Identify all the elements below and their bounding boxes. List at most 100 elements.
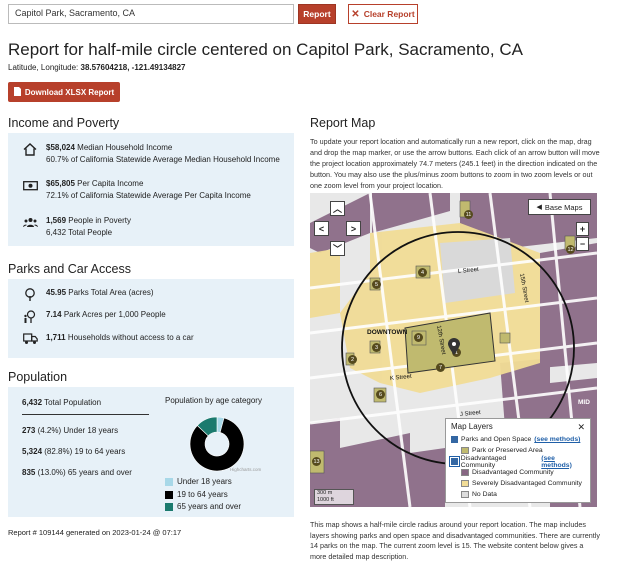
- park-marker-4[interactable]: 4: [418, 268, 427, 277]
- latlon-value: 38.57604218, -121.49134827: [80, 63, 186, 72]
- chart-legend-item[interactable]: Under 18 years: [165, 476, 241, 489]
- park-marker-2[interactable]: 2: [348, 355, 357, 364]
- latlon-label: Latitude, Longitude:: [8, 63, 79, 72]
- checkbox-checked-icon[interactable]: [449, 456, 460, 467]
- report-map[interactable]: DOWNTOWN L Street K Street J Street 12th…: [310, 193, 597, 507]
- map-layers-header: Map Layers ✕: [451, 422, 585, 434]
- parks-row-area: 45.95 Parks Total Area (acres): [22, 287, 153, 301]
- home-icon: [22, 142, 38, 156]
- pop-65plus-pct: (13.0%): [37, 468, 66, 477]
- pop-under18-value: 273: [22, 426, 36, 435]
- park-marker-9[interactable]: 9: [414, 333, 423, 342]
- population-total-value: 6,432: [22, 398, 43, 407]
- population-panel: 6,432 Total Population 273 (4.2%) Under …: [8, 387, 294, 517]
- park-marker-13[interactable]: 13: [312, 457, 321, 466]
- income-value: $58,024: [46, 143, 75, 152]
- income-label: Median Household Income: [77, 143, 173, 152]
- zoom-out-button[interactable]: −: [576, 237, 589, 251]
- chart-credit: Highcharts.com: [230, 467, 262, 472]
- chart-legend-item[interactable]: 65 years and over: [165, 501, 241, 514]
- clear-report-label: Clear Report: [363, 9, 415, 19]
- parks-car-label: Households without access to a car: [67, 333, 194, 342]
- park-person-icon: [22, 309, 38, 323]
- location-pin-icon[interactable]: [448, 338, 460, 357]
- close-icon[interactable]: ✕: [577, 422, 585, 434]
- pop-under18-pct: (4.2%): [37, 426, 62, 435]
- legend-label: 65 years and over: [177, 502, 242, 511]
- percapita-value: $65,805: [46, 179, 75, 188]
- parks-panel: 45.95 Parks Total Area (acres) 7.14 Park…: [8, 279, 294, 358]
- parks-row-per1000: 7.14 Park Acres per 1,000 People: [22, 309, 166, 323]
- population-row: 5,324 (82.8%) 19 to 64 years: [22, 447, 125, 456]
- pan-right-button[interactable]: >: [346, 221, 361, 236]
- poverty-sub: 6,432 Total People: [46, 228, 113, 237]
- pan-down-button[interactable]: ﹀: [330, 241, 345, 256]
- parks-heading: Parks and Car Access: [8, 262, 131, 276]
- download-label: Download XLSX Report: [24, 87, 115, 97]
- legend-dac-item: Disadvantaged Community: [451, 467, 585, 478]
- search-input[interactable]: Capitol Park, Sacramento, CA: [8, 4, 294, 24]
- income-panel: $58,024 Median Household Income 60.7% of…: [8, 133, 294, 246]
- zoom-in-button[interactable]: +: [576, 222, 589, 236]
- legend-label: Under 18 years: [177, 477, 232, 486]
- nodata-item-label: No Data: [472, 491, 497, 498]
- percapita-label: Per Capita Income: [77, 179, 144, 188]
- tree-icon: [22, 287, 38, 301]
- layer-parks-toggle[interactable]: Parks and Open Space (see methods): [451, 434, 585, 445]
- chart-legend-item[interactable]: 19 to 64 years: [165, 489, 241, 502]
- park-marker-3[interactable]: 3: [372, 343, 381, 352]
- pop-19to64-pct: (82.8%): [44, 447, 73, 456]
- pan-up-button[interactable]: ︿: [330, 201, 345, 216]
- layer-dac-toggle[interactable]: Disadvantaged Community (see methods): [449, 454, 585, 469]
- legend-swatch: [165, 503, 173, 512]
- file-icon: [13, 86, 21, 98]
- park-marker-12[interactable]: 12: [566, 245, 575, 254]
- map-layers-title: Map Layers: [451, 422, 493, 431]
- car-icon: [22, 332, 38, 346]
- clear-report-button[interactable]: ✕ Clear Report: [348, 4, 418, 24]
- park-marker-6[interactable]: 6: [376, 390, 385, 399]
- base-maps-button[interactable]: ◀ Base Maps: [528, 199, 591, 215]
- money-icon: [22, 178, 38, 192]
- chart-legend: Under 18 years 19 to 64 years 65 years and…: [165, 476, 241, 514]
- parks-area-label: Parks Total Area (acres): [68, 288, 154, 297]
- pop-19to64-label: 19 to 64 years: [74, 447, 126, 456]
- income-row-median: $58,024 Median Household Income 60.7% of…: [22, 142, 280, 166]
- chevron-right-icon: >: [350, 223, 357, 234]
- poverty-label: People in Poverty: [68, 216, 131, 225]
- close-icon: ✕: [351, 8, 360, 20]
- income-sub: 60.7% of California Statewide Average Me…: [46, 155, 280, 164]
- minus-icon: −: [579, 239, 586, 249]
- legend-sdac-item: Severely Disadvantaged Community: [451, 478, 585, 489]
- report-button[interactable]: Report: [298, 4, 336, 24]
- pop-65plus-label: 65 years and over: [67, 468, 132, 477]
- layer-dac-label: Disadvantaged Community: [460, 454, 507, 469]
- parks-methods-link[interactable]: (see methods): [534, 436, 580, 443]
- park-marker-7[interactable]: 7: [436, 363, 445, 372]
- chevron-down-icon: ﹀: [332, 244, 342, 254]
- parks-car-value: 1,711: [46, 333, 66, 342]
- chart-title: Population by age category: [165, 396, 262, 405]
- park-marker-11[interactable]: 11: [464, 210, 473, 219]
- legend-nodata-item: No Data: [451, 489, 585, 500]
- scale-feet: 1000 ft: [317, 497, 334, 503]
- park-item-label: Park or Preserved Area: [472, 447, 543, 454]
- dac-swatch: [461, 469, 469, 476]
- checkbox-checked-icon[interactable]: [451, 436, 458, 443]
- layer-parks-label: Parks and Open Space: [461, 436, 532, 443]
- map-instructions: To update your report location and autom…: [310, 137, 600, 190]
- population-row: 273 (4.2%) Under 18 years: [22, 426, 118, 435]
- dac-item-label: Disadvantaged Community: [472, 469, 554, 476]
- scale-meters: 300 m: [317, 490, 333, 496]
- chevron-up-icon: ︿: [332, 204, 342, 214]
- dac-methods-link[interactable]: (see methods): [541, 455, 585, 469]
- map-layers-panel: Map Layers ✕ Parks and Open Space (see m…: [445, 418, 591, 503]
- poverty-value: 1,569: [46, 216, 67, 225]
- pan-left-button[interactable]: <: [314, 221, 329, 236]
- park-marker-5[interactable]: 5: [372, 280, 381, 289]
- parks-per1000-value: 7.14: [46, 310, 62, 319]
- population-total: 6,432 Total Population: [22, 398, 101, 407]
- download-xlsx-button[interactable]: Download XLSX Report: [8, 82, 120, 102]
- map-scale: 300 m 1000 ft: [314, 489, 354, 505]
- map-label-downtown: DOWNTOWN: [367, 329, 408, 336]
